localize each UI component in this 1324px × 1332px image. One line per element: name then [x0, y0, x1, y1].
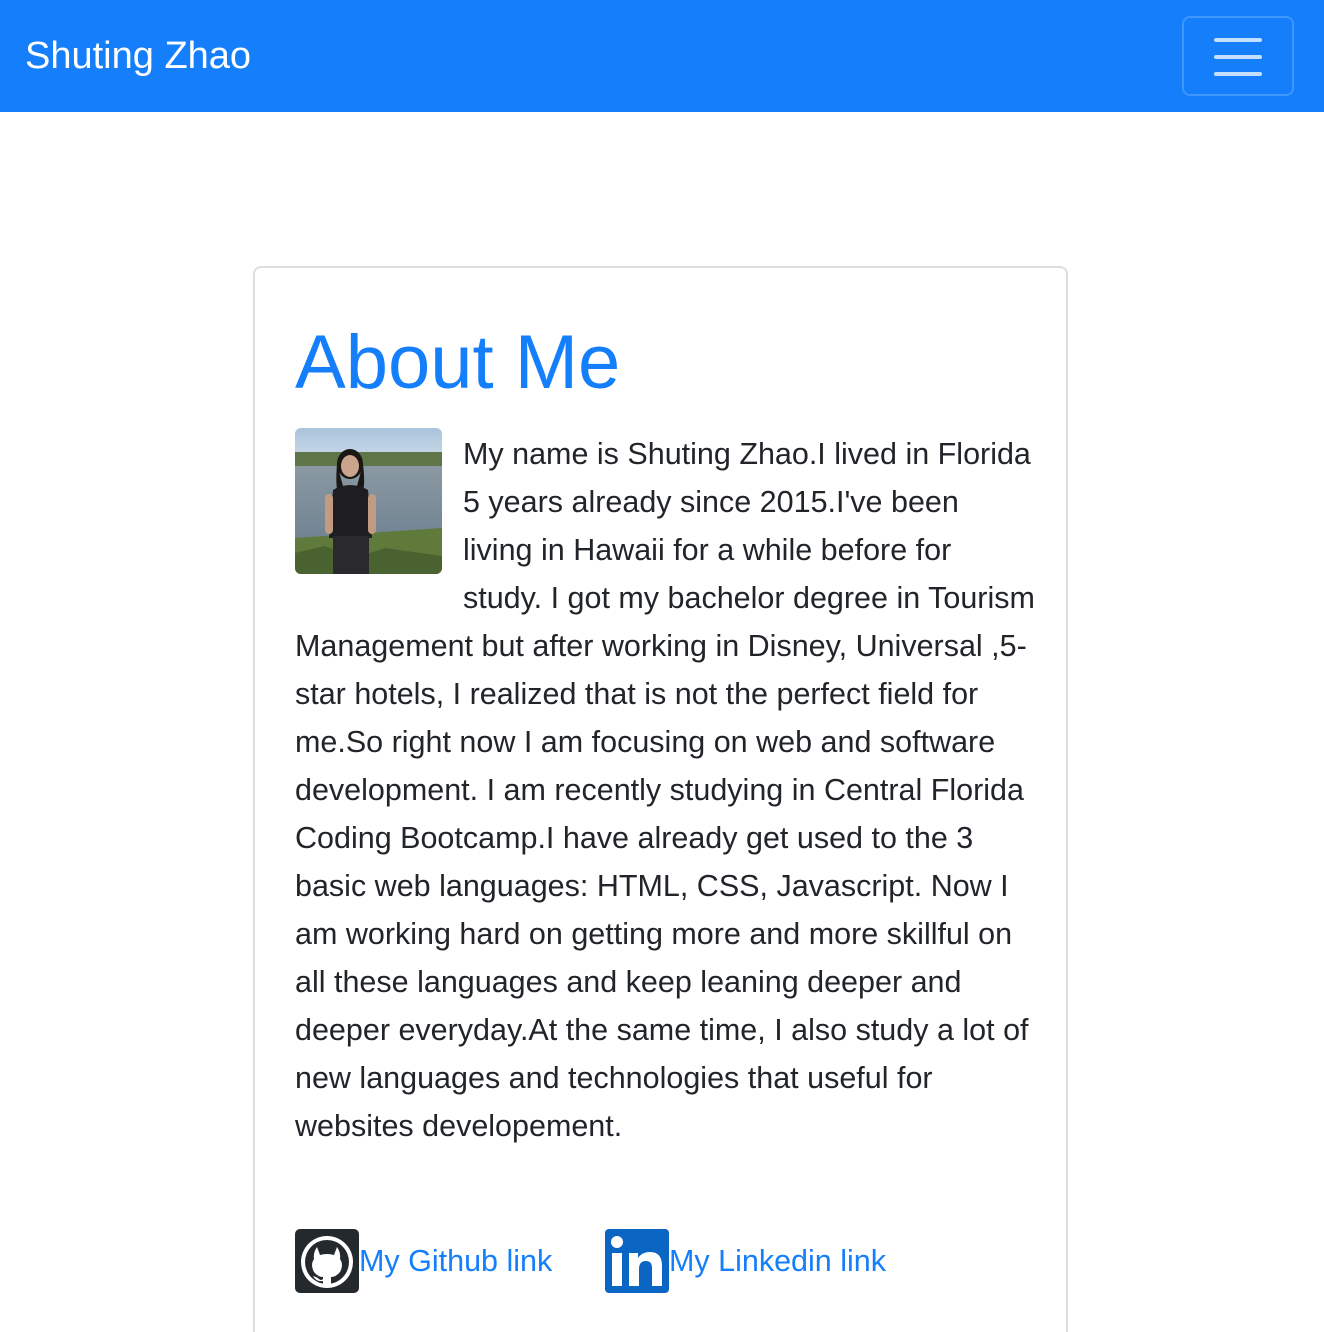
social-links: My Github link My Linkedin link	[295, 1228, 1035, 1294]
linkedin-icon	[605, 1229, 669, 1293]
about-heading: About Me	[295, 320, 621, 405]
about-card: About Me My name is Shuting Zhao.I lived…	[253, 266, 1068, 1332]
github-link-label: My Github link	[359, 1243, 553, 1278]
github-icon	[295, 1229, 359, 1293]
linkedin-link[interactable]: My Linkedin link	[605, 1228, 886, 1294]
navbar: Shuting Zhao	[0, 0, 1324, 112]
linkedin-link-label: My Linkedin link	[669, 1243, 886, 1278]
github-link[interactable]: My Github link	[295, 1228, 552, 1294]
navbar-brand[interactable]: Shuting Zhao	[25, 31, 251, 81]
about-bio: My name is Shuting Zhao.I lived in Flori…	[295, 430, 1035, 1150]
navbar-toggle-button[interactable]	[1182, 16, 1294, 96]
photo-float-spacer	[295, 430, 463, 622]
